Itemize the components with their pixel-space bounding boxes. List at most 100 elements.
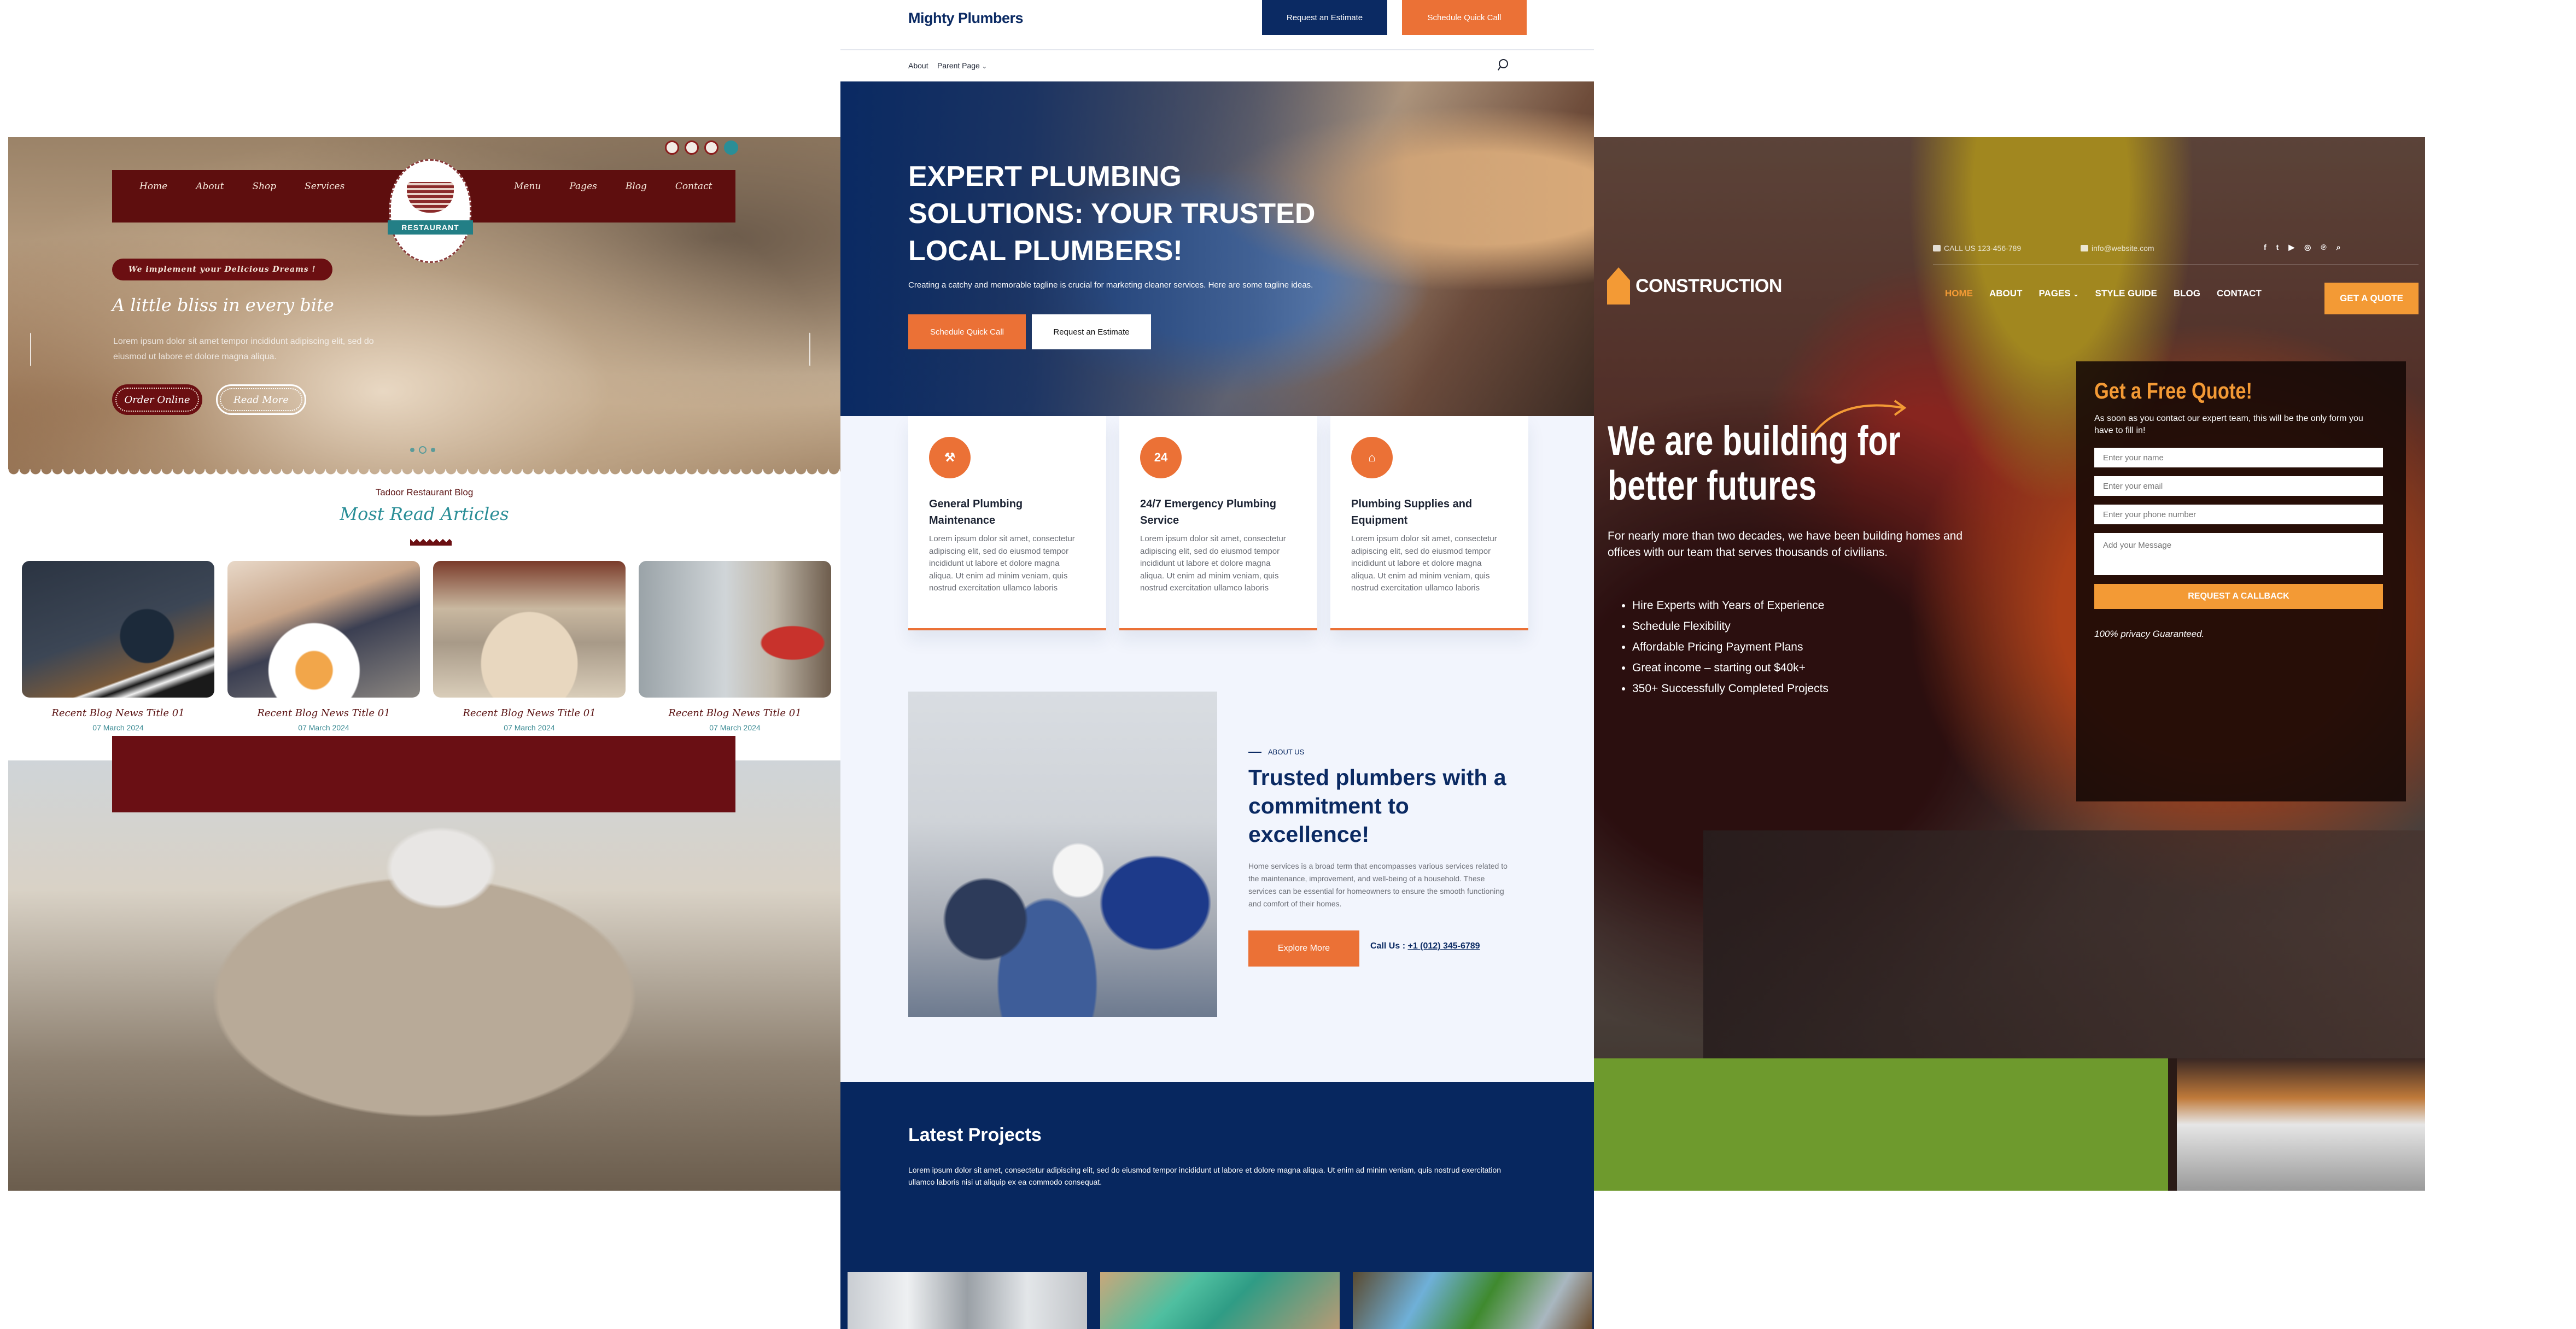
nav-menu[interactable]: Menu <box>514 181 541 197</box>
nav-parent-page[interactable]: Parent Page ⌄ <box>937 61 987 70</box>
about-description: Home services is a broad term that encom… <box>1248 862 1508 908</box>
hero-schedule-call-button[interactable]: Schedule Quick Call <box>908 314 1026 349</box>
service-card[interactable]: ⚒ General Plumbing Maintenance Lorem ips… <box>908 416 1106 630</box>
phone-input[interactable] <box>2094 505 2383 524</box>
blog-post-image[interactable] <box>639 561 831 698</box>
blog-post-title[interactable]: Recent Blog News Title 01 <box>639 707 831 719</box>
nav-contact[interactable]: Contact <box>675 181 712 197</box>
feature-item: Great income – starting out $40k+ <box>1632 658 1829 678</box>
blog-post-date: 07 March 2024 <box>298 723 349 732</box>
project-image[interactable] <box>1353 1272 1592 1329</box>
youtube-icon[interactable]: ▶ <box>2288 243 2294 252</box>
facebook-icon[interactable] <box>665 140 679 155</box>
house-logo-icon <box>1607 267 1630 305</box>
project-image[interactable] <box>1100 1272 1340 1329</box>
restaurant-nav-left: Home About Shop Services <box>139 181 344 197</box>
email-input[interactable] <box>2094 476 2383 496</box>
blog-post-image[interactable] <box>227 561 420 698</box>
nav-home[interactable]: Home <box>139 181 167 197</box>
get-a-quote-button[interactable]: GET A QUOTE <box>2324 283 2419 314</box>
nav-about[interactable]: ABOUT <box>1989 288 2022 299</box>
search-icon[interactable] <box>1497 58 1509 72</box>
construction-template-preview: CALL US 123-456-789 info@website.com f t… <box>1594 137 2425 1191</box>
instagram-icon[interactable]: ◎ <box>2304 243 2311 252</box>
pinterest-icon[interactable]: ℗ <box>2321 243 2326 252</box>
site-logo[interactable]: CONSTRUCTION <box>1607 267 1782 305</box>
blog-post-card[interactable]: Recent Blog News Title 01 07 March 2024 <box>22 561 214 732</box>
message-textarea[interactable] <box>2094 533 2383 575</box>
restaurant-footer-bar <box>112 736 735 812</box>
restaurant-hero-slider: Home About Shop Services Menu Pages Blog… <box>8 137 840 477</box>
phone-link[interactable]: +1 (012) 345-6789 <box>1407 941 1480 951</box>
lower-content-section <box>1703 830 2425 1076</box>
explore-more-button[interactable]: Explore More <box>1248 930 1359 967</box>
blog-post-card[interactable]: Recent Blog News Title 01 07 March 2024 <box>433 561 626 732</box>
nav-pages[interactable]: Pages <box>569 181 597 197</box>
slider-next-arrow-icon[interactable] <box>794 324 810 366</box>
service-text: Lorem ipsum dolor sit amet, consectetur … <box>929 534 1075 593</box>
nav-pages[interactable]: PAGES ⌄ <box>2038 288 2078 299</box>
site-logo[interactable]: Mighty Plumbers <box>908 10 1024 27</box>
slider-prev-arrow-icon[interactable] <box>30 324 46 366</box>
restaurant-nav-right: Menu Pages Blog Contact <box>514 181 712 197</box>
blog-post-card[interactable]: Recent Blog News Title 01 07 March 2024 <box>227 561 420 732</box>
slider-dot[interactable] <box>410 448 414 452</box>
nav-services[interactable]: Services <box>305 181 344 197</box>
slider-dot-active[interactable] <box>419 446 427 454</box>
blog-post-image[interactable] <box>22 561 214 698</box>
contact-phone[interactable]: CALL US 123-456-789 <box>1933 244 2021 253</box>
slider-dots <box>410 446 435 454</box>
contact-phone-text: CALL US 123-456-789 <box>1944 244 2022 253</box>
blog-post-date: 07 March 2024 <box>709 723 761 732</box>
feature-item: Hire Experts with Years of Experience <box>1632 595 1829 616</box>
blog-post-title[interactable]: Recent Blog News Title 01 <box>22 707 214 719</box>
blog-post-card[interactable]: Recent Blog News Title 01 07 March 2024 <box>639 561 831 732</box>
project-gallery <box>848 1272 1592 1329</box>
read-more-button[interactable]: Read More <box>216 384 306 415</box>
logo-text: CONSTRUCTION <box>1635 275 1782 296</box>
social-links: f t ▶ ◎ ℗ ⌕ <box>2264 243 2341 252</box>
nav-home[interactable]: HOME <box>1945 288 1973 299</box>
restaurant-topbar <box>115 140 738 155</box>
mail-icon <box>2081 245 2088 251</box>
service-cards: ⚒ General Plumbing Maintenance Lorem ips… <box>908 416 1528 630</box>
about-title: Trusted plumbers with a commitment to ex… <box>1248 765 1506 847</box>
request-callback-button[interactable]: REQUEST A CALLBACK <box>2094 584 2383 609</box>
about-kicker: ABOUT US <box>1248 748 1304 756</box>
slider-dot[interactable] <box>431 448 435 452</box>
twitter-icon[interactable]: t <box>2276 243 2279 252</box>
nav-shop[interactable]: Shop <box>252 181 276 197</box>
hero-subtitle: Creating a catchy and memorable tagline … <box>908 280 1313 290</box>
blog-post-title[interactable]: Recent Blog News Title 01 <box>227 707 420 719</box>
blog-post-image[interactable] <box>433 561 626 698</box>
nav-style-guide[interactable]: STYLE GUIDE <box>2095 288 2157 299</box>
service-card[interactable]: 24 24/7 Emergency Plumbing Service Lorem… <box>1119 416 1317 630</box>
contact-email-text: info@website.com <box>2092 244 2154 253</box>
nav-about[interactable]: About <box>196 181 224 197</box>
hero-request-estimate-button[interactable]: Request an Estimate <box>1032 314 1151 349</box>
service-card[interactable]: ⌂ Plumbing Supplies and Equipment Lorem … <box>1330 416 1528 630</box>
social-links <box>665 140 738 155</box>
blog-kicker: Tadoor Restaurant Blog <box>375 487 474 497</box>
quote-form: Get a Free Quote! As soon as you contact… <box>2076 361 2406 801</box>
order-online-button[interactable]: Order Online <box>112 384 202 415</box>
project-image[interactable] <box>848 1272 1087 1329</box>
blog-post-date: 07 March 2024 <box>504 723 555 732</box>
nav-contact[interactable]: CONTACT <box>2217 288 2262 299</box>
cart-icon[interactable] <box>724 140 738 155</box>
restaurant-template-preview: Home About Shop Services Menu Pages Blog… <box>8 137 840 1191</box>
contact-email[interactable]: info@website.com <box>2081 244 2154 253</box>
schedule-call-button[interactable]: Schedule Quick Call <box>1402 0 1527 35</box>
youtube-icon[interactable] <box>685 140 699 155</box>
name-input[interactable] <box>2094 448 2383 467</box>
nav-blog[interactable]: Blog <box>626 181 647 197</box>
blog-post-title[interactable]: Recent Blog News Title 01 <box>433 707 626 719</box>
service-title: Plumbing Supplies and Equipment <box>1351 498 1473 526</box>
restaurant-logo[interactable]: RESTAURANT <box>388 159 473 263</box>
nav-blog[interactable]: BLOG <box>2174 288 2200 299</box>
nav-about[interactable]: About <box>908 61 928 70</box>
request-estimate-button[interactable]: Request an Estimate <box>1262 0 1387 35</box>
instagram-icon[interactable] <box>704 140 719 155</box>
facebook-icon[interactable]: f <box>2264 243 2267 252</box>
search-icon[interactable]: ⌕ <box>2336 243 2341 252</box>
